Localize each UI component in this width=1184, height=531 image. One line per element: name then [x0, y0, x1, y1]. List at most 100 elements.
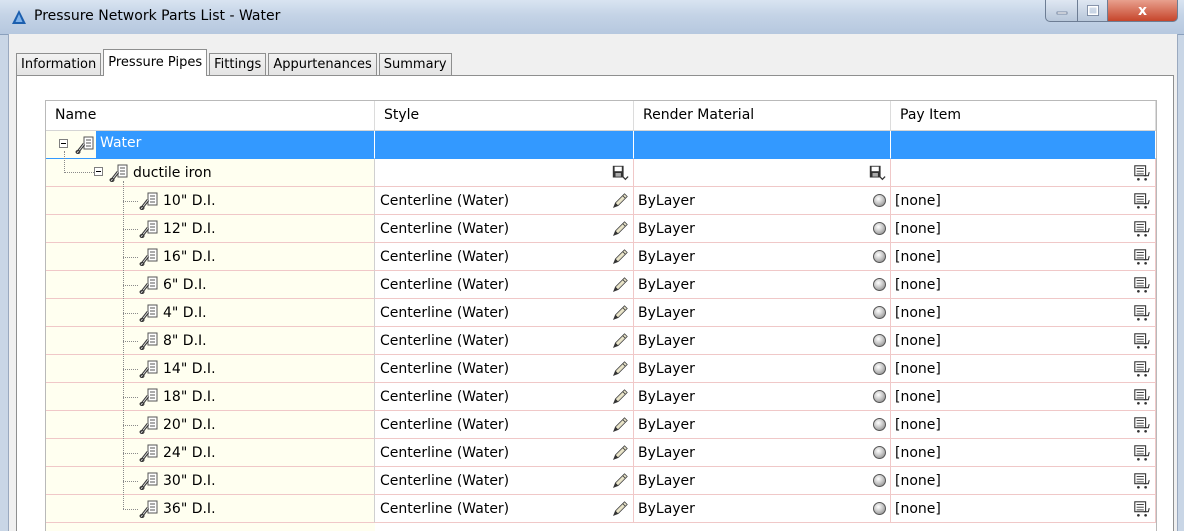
tree-connector — [123, 369, 138, 370]
table-row[interactable]: 30" D.I. Centerline (Water) ByLayer [none] — [46, 467, 1156, 495]
style-value: Centerline (Water) — [380, 473, 510, 489]
render-material-sphere-icon[interactable] — [873, 502, 886, 515]
pay-item-cell[interactable]: [none] — [891, 271, 1156, 299]
render-material-sphere-icon[interactable] — [873, 250, 886, 263]
pay-item-cell[interactable]: [none] — [891, 187, 1156, 215]
tab-information[interactable]: Information — [16, 53, 102, 76]
style-cell[interactable]: Centerline (Water) — [375, 243, 634, 271]
render-material-sphere-icon[interactable] — [873, 306, 886, 319]
name-cell: Water — [46, 131, 375, 159]
render-material-cell[interactable] — [634, 159, 891, 187]
render-material-cell[interactable]: ByLayer — [634, 271, 891, 299]
render-material-cell[interactable]: ByLayer — [634, 467, 891, 495]
pay-item-cart-icon — [1134, 389, 1150, 405]
render-material-cell[interactable]: ByLayer — [634, 187, 891, 215]
table-row[interactable]: 10" D.I. Centerline (Water) ByLayer [none] — [46, 187, 1156, 215]
tree-connector — [123, 201, 138, 202]
pay-item-cell[interactable]: [none] — [891, 467, 1156, 495]
pay-item-cart-icon — [1134, 249, 1150, 265]
tree-label-ductile-iron: ductile iron — [133, 165, 212, 181]
pay-item-cell[interactable]: [none] — [891, 439, 1156, 467]
render-material-sphere-icon[interactable] — [873, 222, 886, 235]
style-cell[interactable]: Centerline (Water) — [375, 299, 634, 327]
pencil-edit-icon — [612, 333, 628, 349]
table-row[interactable]: 24" D.I. Centerline (Water) ByLayer [none] — [46, 439, 1156, 467]
style-cell[interactable]: Centerline (Water) — [375, 411, 634, 439]
render-material-sphere-icon[interactable] — [873, 194, 886, 207]
style-cell[interactable]: Centerline (Water) — [375, 327, 634, 355]
material-value: ByLayer — [638, 193, 695, 209]
column-header-style[interactable]: Style — [375, 101, 634, 130]
maximize-button[interactable] — [1078, 0, 1108, 22]
style-cell[interactable]: Centerline (Water) — [375, 467, 634, 495]
collapse-toggle-ductile-iron[interactable] — [94, 167, 103, 176]
tab-summary[interactable]: Summary — [378, 53, 452, 76]
pencil-edit-icon — [612, 473, 628, 489]
render-material-cell[interactable]: ByLayer — [634, 243, 891, 271]
tab-appurtenances[interactable]: Appurtenances — [268, 53, 377, 76]
render-material-sphere-icon[interactable] — [873, 278, 886, 291]
style-value: Centerline (Water) — [380, 221, 510, 237]
render-material-sphere-icon[interactable] — [873, 390, 886, 403]
table-row[interactable]: 18" D.I. Centerline (Water) ByLayer [none] — [46, 383, 1156, 411]
table-row[interactable]: 14" D.I. Centerline (Water) ByLayer [none] — [46, 355, 1156, 383]
render-material-sphere-icon[interactable] — [873, 418, 886, 431]
pay-item-cell[interactable]: [none] — [891, 383, 1156, 411]
column-header-render-material[interactable]: Render Material — [634, 101, 891, 130]
tab-pressure-pipes[interactable]: Pressure Pipes — [103, 49, 208, 76]
render-material-cell[interactable]: ByLayer — [634, 495, 891, 523]
table-row[interactable]: 12" D.I. Centerline (Water) ByLayer [none] — [46, 215, 1156, 243]
pay-item-cell[interactable]: [none] — [891, 355, 1156, 383]
style-cell[interactable] — [375, 159, 634, 187]
render-material-sphere-icon[interactable] — [873, 362, 886, 375]
pay-item-cell[interactable]: [none] — [891, 495, 1156, 523]
render-material-sphere-icon[interactable] — [873, 474, 886, 487]
tree-row-water[interactable]: Water — [46, 131, 1156, 159]
table-row[interactable]: 4" D.I. Centerline (Water) ByLayer [none] — [46, 299, 1156, 327]
render-material-cell[interactable]: ByLayer — [634, 215, 891, 243]
style-cell[interactable]: Centerline (Water) — [375, 495, 634, 523]
style-cell[interactable]: Centerline (Water) — [375, 383, 634, 411]
save-floppy-icon — [869, 165, 886, 181]
column-header-pay-item[interactable]: Pay Item — [891, 101, 1156, 130]
pay-item-cell[interactable]: [none] — [891, 411, 1156, 439]
title-bar[interactable]: Pressure Network Parts List - Water x — [0, 0, 1184, 35]
render-material-cell[interactable]: ByLayer — [634, 327, 891, 355]
column-header-name[interactable]: Name — [46, 101, 375, 130]
pay-item-cell[interactable]: [none] — [891, 299, 1156, 327]
render-material-cell[interactable]: ByLayer — [634, 355, 891, 383]
pay-item-cell[interactable] — [891, 159, 1156, 187]
pipe-part-icon — [139, 304, 158, 322]
render-material-cell[interactable]: ByLayer — [634, 383, 891, 411]
table-row[interactable]: 8" D.I. Centerline (Water) ByLayer [none] — [46, 327, 1156, 355]
pay-item-cell[interactable]: [none] — [891, 327, 1156, 355]
style-value: Centerline (Water) — [380, 501, 510, 517]
pay-item-value: [none] — [895, 445, 941, 461]
pipe-part-icon — [139, 192, 158, 210]
style-cell[interactable]: Centerline (Water) — [375, 187, 634, 215]
table-row[interactable]: 20" D.I. Centerline (Water) ByLayer [none] — [46, 411, 1156, 439]
style-cell[interactable]: Centerline (Water) — [375, 355, 634, 383]
tree-row-ductile-iron[interactable]: ductile iron — [46, 159, 1156, 187]
tab-fittings[interactable]: Fittings — [209, 53, 267, 76]
render-material-cell[interactable]: ByLayer — [634, 299, 891, 327]
pay-item-cell[interactable]: [none] — [891, 243, 1156, 271]
style-cell[interactable]: Centerline (Water) — [375, 439, 634, 467]
render-material-cell[interactable]: ByLayer — [634, 439, 891, 467]
pencil-edit-icon — [612, 221, 628, 237]
pay-item-value: [none] — [895, 501, 941, 517]
minimize-button[interactable] — [1045, 0, 1078, 22]
close-button[interactable]: x — [1108, 0, 1178, 22]
render-material-cell[interactable]: ByLayer — [634, 411, 891, 439]
render-material-sphere-icon[interactable] — [873, 446, 886, 459]
pay-item-cell[interactable]: [none] — [891, 215, 1156, 243]
pipe-name: 6" D.I. — [163, 277, 207, 293]
table-row[interactable]: 16" D.I. Centerline (Water) ByLayer [none] — [46, 243, 1156, 271]
collapse-toggle-water[interactable] — [59, 139, 68, 148]
style-cell[interactable]: Centerline (Water) — [375, 271, 634, 299]
render-material-sphere-icon[interactable] — [873, 334, 886, 347]
tree-connector — [123, 425, 138, 426]
style-cell[interactable]: Centerline (Water) — [375, 215, 634, 243]
table-row[interactable]: 36" D.I. Centerline (Water) ByLayer [none] — [46, 495, 1156, 523]
table-row[interactable]: 6" D.I. Centerline (Water) ByLayer [none] — [46, 271, 1156, 299]
